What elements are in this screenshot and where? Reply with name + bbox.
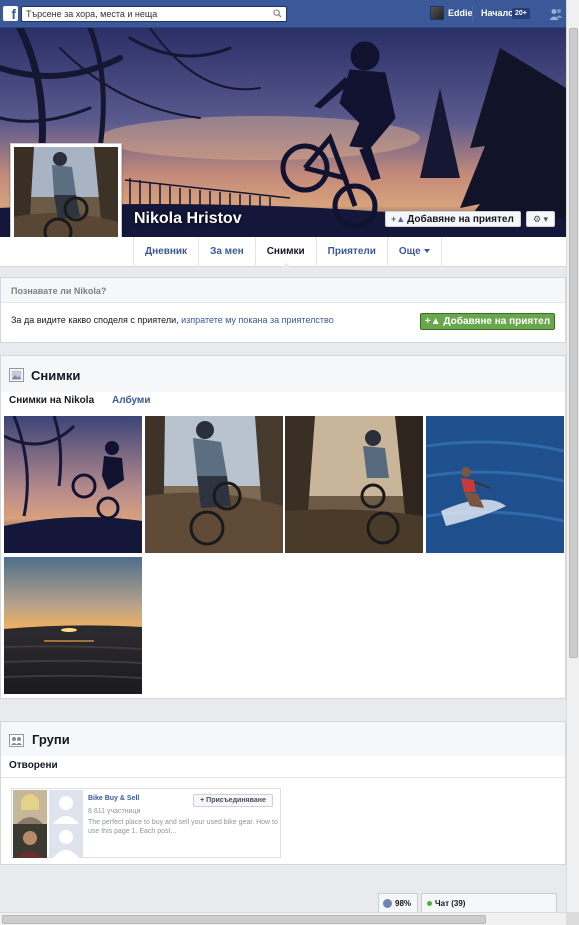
- member-avatar-placeholder[interactable]: [49, 824, 83, 858]
- do-you-know-heading: Познавате ли Nikola?: [1, 278, 565, 303]
- photos-icon: [9, 368, 24, 382]
- add-friend-icon: +▲: [391, 214, 406, 224]
- photo-thumbnail[interactable]: [4, 416, 142, 553]
- horizontal-scroll-thumb[interactable]: [2, 915, 486, 924]
- add-friend-green-label: Добавяне на приятел: [443, 316, 551, 327]
- top-bar: f Eddie Начало 20+: [0, 0, 579, 28]
- photo-thumbnail[interactable]: [285, 416, 423, 553]
- join-label: Присъединяване: [206, 797, 266, 804]
- profile-tabs: Дневник За мен Снимки Приятели Още: [133, 237, 442, 268]
- privacy-status-widget[interactable]: 98%: [378, 893, 418, 914]
- groups-title: Групи: [32, 732, 70, 747]
- search-input[interactable]: [22, 7, 262, 21]
- photo-image: [426, 416, 564, 553]
- photo-thumbnail[interactable]: [4, 557, 142, 694]
- facebook-logo-icon[interactable]: f: [3, 6, 18, 21]
- horizontal-scrollbar[interactable]: [0, 912, 566, 925]
- know-text-prefix: За да видите какво споделя с приятели,: [11, 315, 182, 325]
- add-friend-button[interactable]: +▲ Добавяне на приятел: [385, 211, 521, 227]
- photo-image: [4, 557, 142, 694]
- scrollbar-corner: [566, 912, 579, 925]
- profile-name[interactable]: Nikola Hristov: [134, 210, 242, 228]
- group-item[interactable]: Bike Buy & Sell 8 611 участници The perf…: [11, 788, 281, 858]
- vertical-scrollbar[interactable]: [566, 0, 579, 912]
- add-friend-label: Добавяне на приятел: [407, 214, 514, 225]
- photos-card: Снимки Снимки на Nikola Албуми: [0, 355, 566, 699]
- photo-thumbnail[interactable]: [145, 416, 283, 553]
- home-badge: 20+: [512, 8, 530, 19]
- member-avatar[interactable]: [13, 824, 47, 858]
- vertical-scroll-thumb[interactable]: [569, 28, 578, 658]
- groups-card: Групи Отворени Bike Buy & Sell 8 611 уча…: [0, 721, 566, 865]
- tab-more[interactable]: Още: [388, 237, 442, 267]
- globe-value: 98%: [395, 899, 412, 908]
- do-you-know-text: За да видите какво споделя с приятели, и…: [11, 315, 334, 325]
- join-group-button[interactable]: + Присъединяване: [193, 794, 273, 807]
- add-friend-icon: +▲: [424, 316, 444, 327]
- friend-requests-icon[interactable]: [549, 8, 563, 20]
- profile-nav: Дневник За мен Снимки Приятели Още: [0, 237, 566, 268]
- profile-image: [14, 147, 118, 251]
- groups-icon: [9, 734, 24, 747]
- tab-friends[interactable]: Приятели: [317, 237, 388, 267]
- user-name-link[interactable]: Eddie: [448, 8, 473, 18]
- chevron-down-icon: [423, 249, 430, 254]
- group-members-count: 8 611 участници: [88, 808, 141, 815]
- user-avatar[interactable]: [430, 6, 444, 20]
- divider: [1, 777, 565, 778]
- tab-photos[interactable]: Снимки: [256, 237, 317, 268]
- photos-header: Снимки: [1, 356, 565, 392]
- member-avatar-placeholder[interactable]: [49, 790, 83, 824]
- chat-sidebar-toggle[interactable]: Чат (39): [421, 893, 557, 914]
- photos-title: Снимки: [31, 368, 81, 383]
- search-box[interactable]: [21, 6, 287, 22]
- search-icon[interactable]: [273, 9, 282, 18]
- photo-image: [285, 416, 423, 553]
- gear-menu-button[interactable]: ⚙ ▾: [526, 211, 555, 227]
- tab-more-label: Още: [398, 246, 421, 257]
- tab-photos-of-nikola[interactable]: Снимки на Nikola: [9, 395, 94, 406]
- group-name-link[interactable]: Bike Buy & Sell: [88, 795, 139, 802]
- groups-open-label: Отворени: [9, 760, 58, 771]
- send-friend-request-link[interactable]: изпратете му покана за приятелство: [181, 315, 334, 325]
- tab-about[interactable]: За мен: [199, 237, 256, 267]
- globe-icon: [383, 899, 392, 909]
- chat-label: Чат (39): [435, 899, 466, 908]
- home-link[interactable]: Начало: [481, 8, 514, 18]
- gear-icon: ⚙ ▾: [532, 214, 549, 224]
- photo-image: [4, 416, 142, 553]
- divider: [472, 6, 473, 22]
- tab-albums[interactable]: Албуми: [112, 395, 150, 406]
- do-you-know-card: Познавате ли Nikola? За да видите какво …: [0, 277, 566, 343]
- photo-image: [145, 416, 283, 553]
- group-description: The perfect place to buy and sell your u…: [88, 819, 278, 835]
- tab-timeline[interactable]: Дневник: [134, 237, 200, 267]
- groups-header: Групи: [1, 722, 565, 756]
- member-avatar[interactable]: [13, 790, 47, 824]
- photo-thumbnail[interactable]: [426, 416, 564, 553]
- add-friend-green-button[interactable]: +▲ Добавяне на приятел: [420, 313, 555, 330]
- online-status-icon: [427, 901, 432, 907]
